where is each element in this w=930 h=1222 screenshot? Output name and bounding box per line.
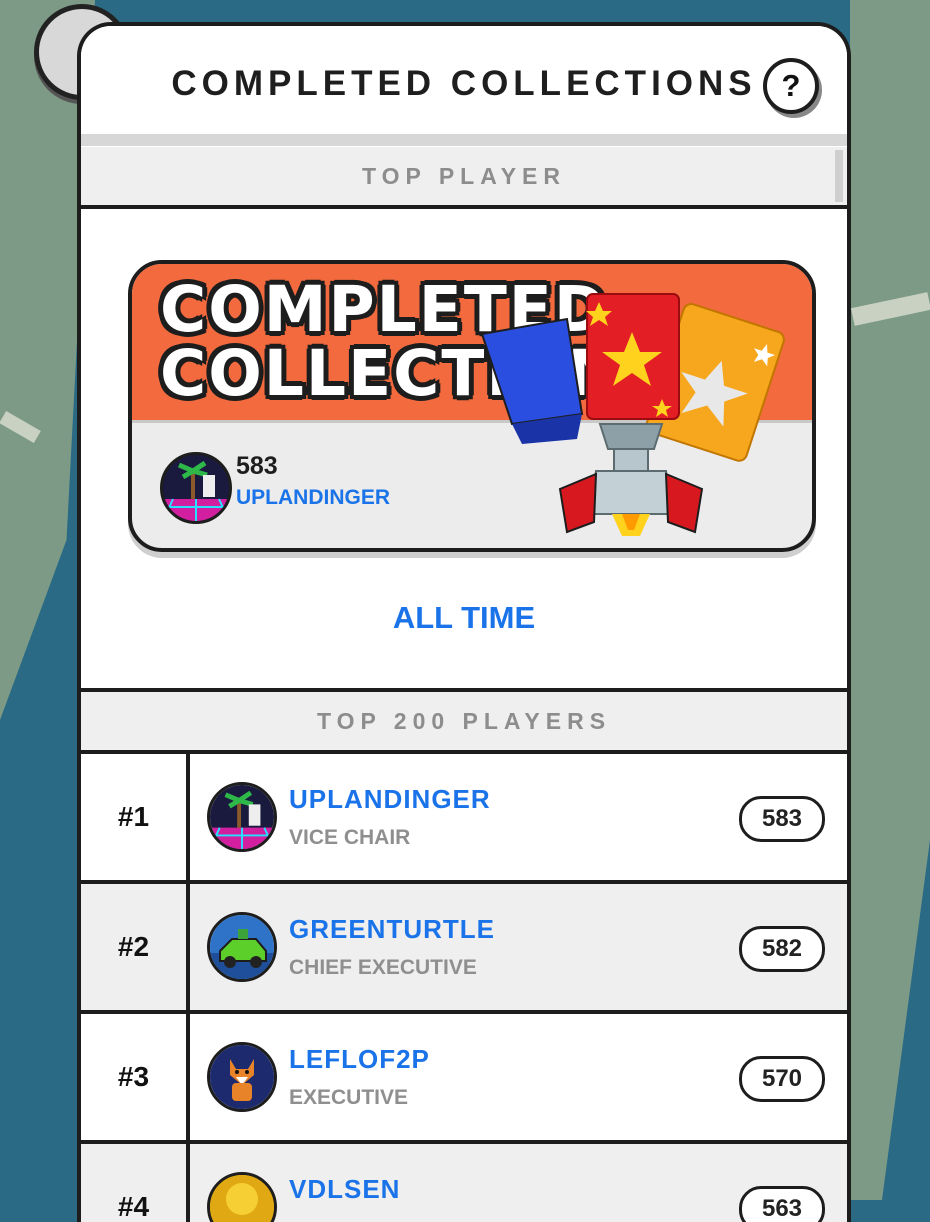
player-score-badge: 570 <box>739 1056 825 1102</box>
completed-collections-panel: COMPLETED COLLECTIONS ? TOP PLAYER COMPL… <box>77 22 851 1222</box>
top-player-card[interactable]: COMPLETED COLLECTIONS 583 UPLANDINGER <box>128 260 816 552</box>
top-player-avatar <box>160 452 232 524</box>
panel-title: COMPLETED COLLECTIONS <box>171 64 757 103</box>
player-name[interactable]: GREENTURTLE <box>289 914 495 945</box>
rank-cell: #3 <box>81 1014 190 1140</box>
green-car-avatar <box>207 912 277 982</box>
palm-synthwave-avatar <box>207 782 277 852</box>
header-divider <box>81 134 847 146</box>
leaderboard-row[interactable]: #2 GREENTURTLE CHIEF EXECUTIVE 582 <box>81 884 847 1014</box>
top-player-section-header: TOP PLAYER <box>81 147 847 209</box>
rank-cell: #2 <box>81 884 190 1010</box>
leaderboard-row[interactable]: #1 UPLANDINGER VICE CHAIR 583 <box>81 754 847 884</box>
rank-cell: #1 <box>81 754 190 880</box>
top-player-score: 583 <box>236 452 278 480</box>
top-player-name[interactable]: UPLANDINGER <box>236 486 390 510</box>
top-200-section-header: TOP 200 PLAYERS <box>81 688 847 754</box>
leaderboard-row[interactable]: #3 LEFLOF2P EXECUTIVE 570 <box>81 1014 847 1144</box>
map-land <box>850 0 930 1200</box>
fox-avatar <box>207 1042 277 1112</box>
scrollbar-thumb[interactable] <box>835 150 843 202</box>
gold-coin-avatar <box>207 1172 277 1222</box>
player-title: VICE CHAIR <box>289 826 411 849</box>
player-score-badge: 583 <box>739 796 825 842</box>
player-name[interactable]: LEFLOF2P <box>289 1044 430 1075</box>
player-name[interactable]: UPLANDINGER <box>289 784 491 815</box>
player-score-badge: 563 <box>739 1186 825 1222</box>
player-score-badge: 582 <box>739 926 825 972</box>
player-name[interactable]: VDLSEN <box>289 1174 400 1205</box>
panel-header: COMPLETED COLLECTIONS ? <box>81 26 847 134</box>
player-title: CHIEF EXECUTIVE <box>289 956 477 979</box>
leaderboard-row[interactable]: #4 VDLSEN 563 <box>81 1144 847 1222</box>
collections-rocket-icon <box>480 293 785 536</box>
period-toggle-all-time[interactable]: ALL TIME <box>81 600 847 636</box>
player-title: EXECUTIVE <box>289 1086 409 1109</box>
rank-cell: #4 <box>81 1144 190 1222</box>
help-button[interactable]: ? <box>763 58 819 114</box>
